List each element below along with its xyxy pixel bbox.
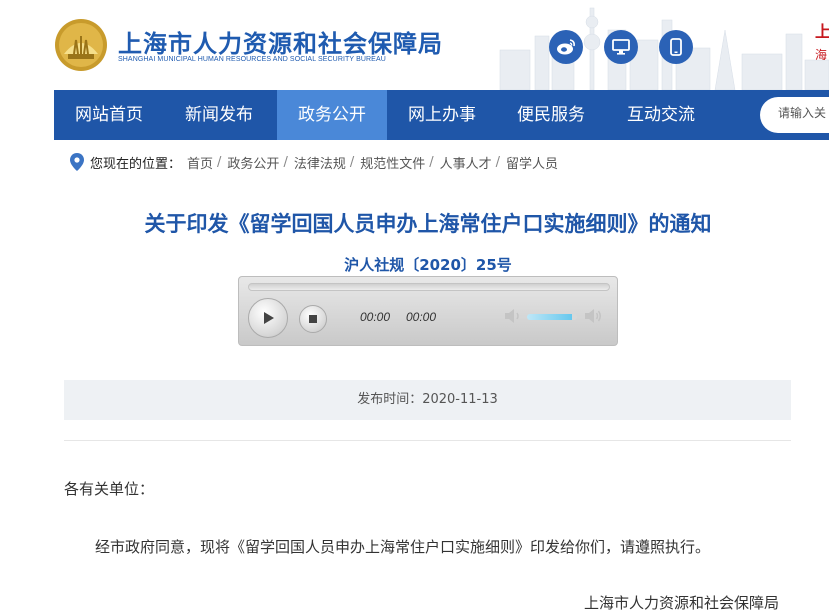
- divider: [64, 440, 791, 441]
- duration: 00:00: [406, 310, 437, 324]
- current-time: 00:00: [360, 310, 391, 324]
- volume-level: [527, 314, 572, 320]
- play-icon: [264, 312, 274, 324]
- publish-date-bar: 发布时间：2020-11-13: [64, 380, 791, 420]
- desktop-icon[interactable]: [604, 30, 638, 64]
- nav-item-news[interactable]: 新闻发布: [164, 90, 274, 140]
- breadcrumb-item-normative-documents[interactable]: 规范性文件: [360, 153, 425, 172]
- search-box: [760, 97, 829, 133]
- partner-site-subtitle-fragment[interactable]: 海: [815, 46, 827, 63]
- breadcrumb-item-laws[interactable]: 法律法规: [294, 153, 346, 172]
- bureau-logo: [55, 19, 107, 71]
- breadcrumb-separator: /: [349, 154, 355, 170]
- article-signature: 上海市人力资源和社会保障局: [584, 594, 780, 611]
- weibo-icon[interactable]: [549, 30, 583, 64]
- location-pin-icon: [70, 153, 84, 171]
- stop-button[interactable]: [299, 305, 327, 333]
- audio-progress-bar[interactable]: [248, 283, 610, 291]
- nav-item-home[interactable]: 网站首页: [54, 90, 164, 140]
- site-title: 上海市人力资源和社会保障局: [118, 30, 443, 58]
- breadcrumb-item-home[interactable]: 首页: [187, 153, 213, 172]
- play-button[interactable]: [248, 298, 288, 338]
- mobile-icon[interactable]: [659, 30, 693, 64]
- volume-slider[interactable]: [527, 314, 577, 320]
- breadcrumb-separator: /: [429, 154, 434, 170]
- nav-item-government-affairs[interactable]: 政务公开: [277, 90, 387, 140]
- mute-icon[interactable]: [503, 307, 523, 325]
- document-number: 沪人社规〔2020〕25号: [344, 256, 512, 274]
- breadcrumb-separator: /: [283, 154, 288, 170]
- main-navigation: 网站首页 新闻发布 政务公开 网上办事 便民服务 互动交流: [54, 90, 829, 140]
- volume-max-icon[interactable]: [583, 307, 603, 325]
- article-body-paragraph: 经市政府同意，现将《留学回国人员申办上海常住户口实施细则》印发给你们，请遵照执行…: [95, 538, 711, 556]
- breadcrumb-item-personnel[interactable]: 人事人才: [440, 153, 492, 172]
- breadcrumb-label: 您现在的位置：: [90, 156, 182, 172]
- nav-item-convenience-services[interactable]: 便民服务: [496, 90, 606, 140]
- site-subtitle: SHANGHAI MUNICIPAL HUMAN RESOURCES AND S…: [118, 56, 386, 63]
- breadcrumb-separator: /: [495, 154, 501, 170]
- breadcrumb-separator: /: [217, 154, 222, 170]
- breadcrumb-item-overseas-students[interactable]: 留学人员: [506, 153, 558, 172]
- publish-date: 发布时间：2020-11-13: [357, 392, 498, 407]
- breadcrumb: 您现在的位置： 首页 / 政务公开 / 法律法规 / 规范性文件 / 人事人才 / 留学人…: [70, 152, 558, 172]
- partner-site-title-fragment[interactable]: 上: [815, 18, 829, 42]
- search-input[interactable]: [778, 106, 829, 120]
- audio-player: 00:00 00:00: [238, 276, 618, 346]
- nav-item-online-services[interactable]: 网上办事: [387, 90, 497, 140]
- site-header: 上海市人力资源和社会保障局 SHANGHAI MUNICIPAL HUMAN R…: [0, 0, 829, 90]
- article-title: 关于印发《留学回国人员申办上海常住户口实施细则》的通知: [144, 212, 712, 236]
- stop-icon: [309, 315, 317, 323]
- breadcrumb-item-government-affairs[interactable]: 政务公开: [227, 153, 279, 172]
- article-salutation: 各有关单位：: [64, 480, 155, 498]
- nav-item-interaction[interactable]: 互动交流: [606, 90, 716, 140]
